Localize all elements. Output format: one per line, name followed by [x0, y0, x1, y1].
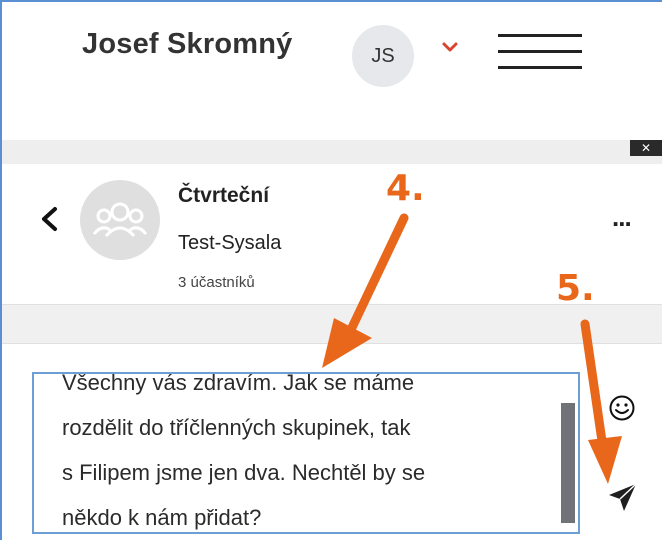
- group-avatar: [80, 180, 160, 260]
- section-separator: [0, 140, 662, 164]
- scrollbar[interactable]: [561, 403, 575, 523]
- participant-count: 3 účastníků: [178, 274, 255, 291]
- group-icon: [92, 202, 148, 238]
- user-name: Josef Skromný: [82, 28, 293, 60]
- annotation-step-5: 5.: [556, 268, 595, 309]
- send-icon[interactable]: [606, 480, 640, 514]
- chevron-down-icon[interactable]: [442, 40, 458, 54]
- avatar-initials: JS: [371, 44, 395, 67]
- group-name: Čtvrteční: [178, 184, 270, 207]
- group-subtitle: Test-Sysala: [178, 232, 282, 254]
- back-icon[interactable]: [38, 206, 62, 232]
- close-icon[interactable]: ✕: [630, 140, 662, 156]
- chat-divider: [0, 304, 662, 344]
- emoji-icon[interactable]: [608, 394, 636, 422]
- annotation-step-4: 4.: [386, 168, 425, 209]
- message-input[interactable]: Všechny vás zdravím. Jak se máme rozděli…: [32, 372, 580, 534]
- menu-icon[interactable]: [498, 30, 582, 72]
- user-avatar[interactable]: JS: [352, 25, 414, 87]
- top-bar: Josef Skromný JS: [0, 0, 662, 120]
- more-options-icon[interactable]: ...: [612, 202, 632, 233]
- message-text[interactable]: Všechny vás zdravím. Jak se máme rozděli…: [62, 374, 562, 532]
